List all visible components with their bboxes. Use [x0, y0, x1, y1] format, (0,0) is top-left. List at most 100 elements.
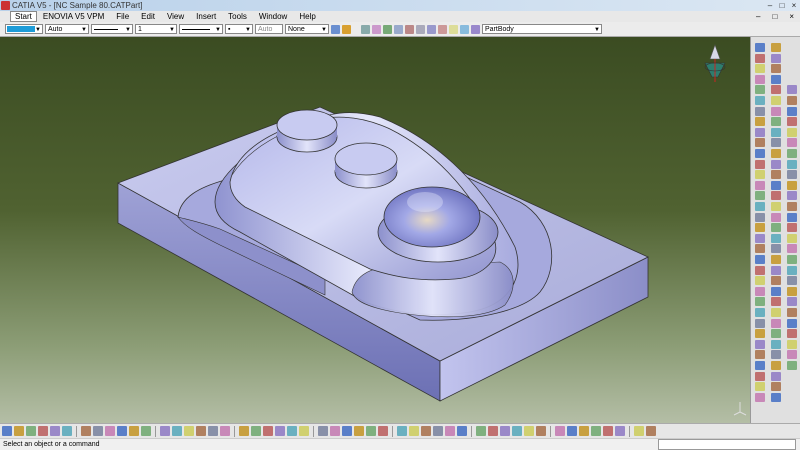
- workbench-tool-icon[interactable]: [771, 64, 781, 74]
- analysis-icon[interactable]: [427, 24, 436, 34]
- standard-tool-icon[interactable]: [208, 426, 218, 436]
- axis-icon[interactable]: [383, 24, 392, 34]
- workbench-tool-icon[interactable]: [787, 350, 797, 360]
- standard-tool-icon[interactable]: [160, 426, 170, 436]
- workbench-tool-icon[interactable]: [755, 297, 765, 307]
- workbench-tool-icon[interactable]: [755, 43, 765, 52]
- workbench-tool-icon[interactable]: [771, 138, 781, 148]
- standard-tool-icon[interactable]: [567, 426, 577, 436]
- workbench-tool-icon[interactable]: [771, 339, 781, 349]
- minimize-button[interactable]: –: [764, 1, 776, 11]
- standard-tool-icon[interactable]: [342, 426, 352, 436]
- workbench-tool-icon[interactable]: [787, 202, 797, 211]
- workbench-tool-icon[interactable]: [787, 96, 797, 105]
- menu-help[interactable]: Help: [293, 12, 321, 21]
- standard-tool-icon[interactable]: [117, 426, 127, 436]
- workbench-tool-icon[interactable]: [755, 212, 765, 222]
- workbench-tool-icon[interactable]: [787, 159, 797, 169]
- workbench-tool-icon[interactable]: [787, 138, 797, 148]
- workbench-tool-icon[interactable]: [755, 170, 765, 180]
- workbench-tool-icon[interactable]: [755, 159, 765, 169]
- menu-enovia[interactable]: ENOVIA V5 VPM: [37, 12, 110, 21]
- workbench-tool-icon[interactable]: [755, 74, 765, 84]
- point-icon[interactable]: [405, 24, 414, 34]
- workbench-tool-icon[interactable]: [787, 329, 797, 339]
- workbench-tool-icon[interactable]: [755, 191, 765, 201]
- maximize-button[interactable]: □: [776, 1, 788, 11]
- fill-color-combo[interactable]: ▼: [5, 24, 43, 34]
- workbench-tool-icon[interactable]: [771, 127, 781, 137]
- standard-tool-icon[interactable]: [62, 426, 72, 436]
- workbench-tool-icon[interactable]: [771, 329, 781, 339]
- standard-tool-icon[interactable]: [409, 426, 419, 436]
- workbench-tool-icon[interactable]: [771, 85, 781, 95]
- paint-brush-icon[interactable]: [342, 24, 351, 34]
- standard-tool-icon[interactable]: [433, 426, 443, 436]
- workbench-tool-icon[interactable]: [771, 159, 781, 169]
- compass-icon[interactable]: [471, 24, 480, 34]
- workbench-tool-icon[interactable]: [787, 127, 797, 137]
- workbench-tool-icon[interactable]: [755, 149, 765, 158]
- menu-start[interactable]: Start: [10, 11, 37, 22]
- workbench-tool-icon[interactable]: [771, 74, 781, 84]
- point-style-combo[interactable]: ▪ ▼: [225, 24, 253, 34]
- workbench-tool-icon[interactable]: [787, 117, 797, 127]
- doc-close-button[interactable]: ×: [783, 12, 800, 21]
- workbench-tool-icon[interactable]: [755, 308, 765, 317]
- workbench-tool-icon[interactable]: [755, 350, 765, 360]
- color-mode-combo[interactable]: Auto ▼: [45, 24, 89, 34]
- workbench-tool-icon[interactable]: [787, 318, 797, 328]
- standard-tool-icon[interactable]: [2, 426, 12, 436]
- workbench-tool-icon[interactable]: [755, 64, 765, 74]
- workbench-tool-icon[interactable]: [771, 382, 781, 392]
- workbench-tool-icon[interactable]: [771, 318, 781, 328]
- workbench-tool-icon[interactable]: [755, 371, 765, 381]
- standard-tool-icon[interactable]: [536, 426, 546, 436]
- workbench-tool-icon[interactable]: [787, 149, 797, 158]
- workbench-tool-icon[interactable]: [755, 138, 765, 148]
- standard-tool-icon[interactable]: [634, 426, 644, 436]
- doc-minimize-button[interactable]: –: [750, 12, 766, 21]
- workbench-tool-icon[interactable]: [755, 53, 765, 63]
- standard-tool-icon[interactable]: [445, 426, 455, 436]
- layer-auto-combo[interactable]: Auto: [255, 24, 283, 34]
- workbench-tool-icon[interactable]: [755, 339, 765, 349]
- workbench-tool-icon[interactable]: [755, 255, 765, 264]
- workbench-tool-icon[interactable]: [755, 117, 765, 127]
- workbench-tool-icon[interactable]: [755, 106, 765, 116]
- workbench-tool-icon[interactable]: [771, 276, 781, 286]
- workbench-tool-icon[interactable]: [755, 202, 765, 211]
- standard-tool-icon[interactable]: [263, 426, 273, 436]
- workbench-tool-icon[interactable]: [771, 286, 781, 296]
- workbench-tool-icon[interactable]: [771, 255, 781, 264]
- workbench-tool-icon[interactable]: [771, 361, 781, 370]
- workbench-tool-icon[interactable]: [771, 96, 781, 105]
- workbench-tool-icon[interactable]: [771, 371, 781, 381]
- standard-tool-icon[interactable]: [50, 426, 60, 436]
- standard-tool-icon[interactable]: [500, 426, 510, 436]
- light-icon[interactable]: [449, 24, 458, 34]
- workbench-tool-icon[interactable]: [755, 244, 765, 254]
- workbench-tool-icon[interactable]: [787, 85, 797, 95]
- standard-tool-icon[interactable]: [488, 426, 498, 436]
- linetype-combo[interactable]: ▼: [91, 24, 133, 34]
- workbench-tool-icon[interactable]: [787, 308, 797, 317]
- workbench-tool-icon[interactable]: [787, 244, 797, 254]
- workbench-tool-icon[interactable]: [787, 106, 797, 116]
- workbench-tool-icon[interactable]: [755, 180, 765, 190]
- standard-tool-icon[interactable]: [26, 426, 36, 436]
- standard-tool-icon[interactable]: [603, 426, 613, 436]
- constraint-icon[interactable]: [460, 24, 469, 34]
- standard-tool-icon[interactable]: [421, 426, 431, 436]
- workbench-tool-icon[interactable]: [787, 180, 797, 190]
- plane-icon[interactable]: [394, 24, 403, 34]
- standard-tool-icon[interactable]: [93, 426, 103, 436]
- line-icon[interactable]: [416, 24, 425, 34]
- menu-edit[interactable]: Edit: [135, 12, 161, 21]
- workbench-tool-icon[interactable]: [771, 297, 781, 307]
- standard-tool-icon[interactable]: [512, 426, 522, 436]
- standard-tool-icon[interactable]: [275, 426, 285, 436]
- body-combo[interactable]: PartBody ▼: [482, 24, 602, 34]
- workbench-tool-icon[interactable]: [755, 276, 765, 286]
- standard-tool-icon[interactable]: [579, 426, 589, 436]
